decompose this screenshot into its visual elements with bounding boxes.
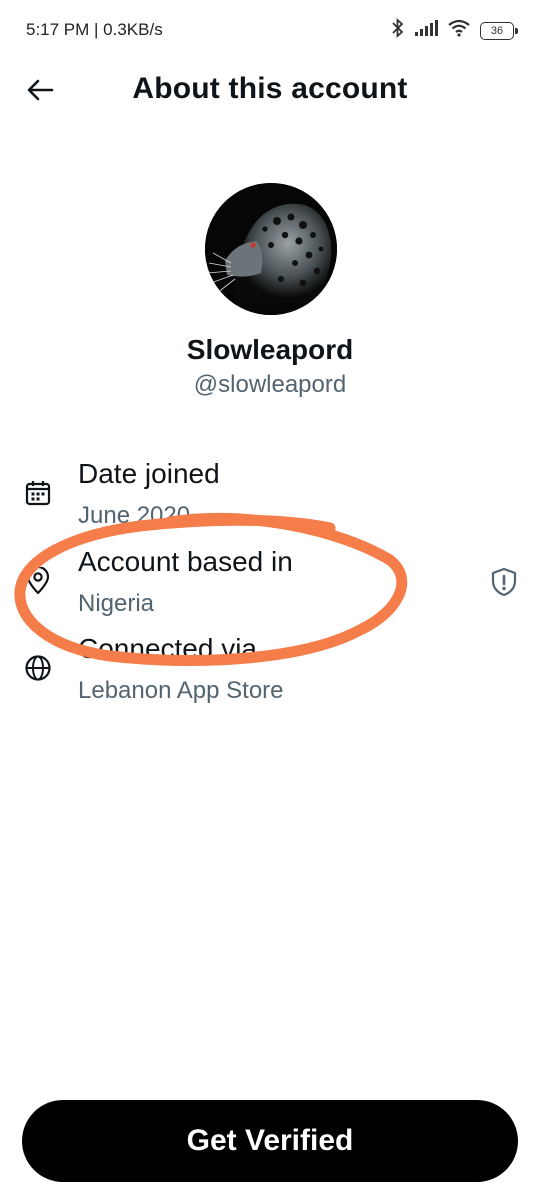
page-title: About this account <box>132 72 408 105</box>
info-row-account-based-in: Account based in Nigeria <box>0 546 540 626</box>
info-row-connected-via: Connected via Lebanon App Store <box>0 633 540 713</box>
shield-alert-icon[interactable] <box>488 566 520 598</box>
battery-icon: 36 <box>480 21 518 40</box>
leopard-avatar-image <box>205 183 337 315</box>
connected-via-label: Connected via <box>78 633 258 664</box>
location-pin-icon <box>23 566 53 596</box>
date-joined-value: June 2020 <box>78 502 191 529</box>
date-joined-label: Date joined <box>78 458 220 489</box>
header: About this account <box>0 62 540 122</box>
status-bar: 5:17 PM | 0.3KB/s 36 <box>0 0 540 60</box>
account-based-in-value: Nigeria <box>78 590 155 617</box>
globe-icon <box>23 653 53 683</box>
avatar[interactable] <box>205 183 337 315</box>
connected-via-value: Lebanon App Store <box>78 677 284 704</box>
status-icons: 36 <box>391 17 518 43</box>
wifi-icon <box>447 19 471 42</box>
display-name: Slowleapord <box>186 334 354 365</box>
handle: @slowleapord <box>193 371 347 398</box>
calendar-icon <box>23 478 53 508</box>
get-verified-button[interactable]: Get Verified <box>22 1100 518 1182</box>
account-based-in-label: Account based in <box>78 546 293 577</box>
bluetooth-icon <box>391 17 405 43</box>
info-row-date-joined: Date joined June 2020 <box>0 458 540 538</box>
status-time-speed: 5:17 PM | 0.3KB/s <box>26 20 163 39</box>
signal-icon <box>414 19 438 42</box>
